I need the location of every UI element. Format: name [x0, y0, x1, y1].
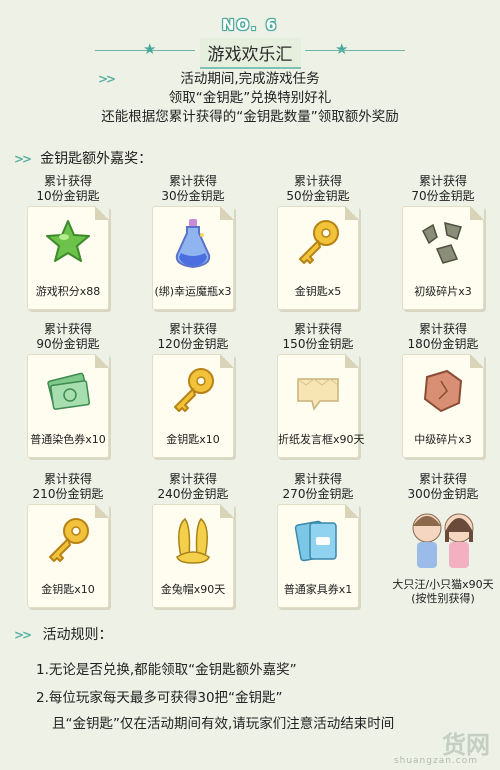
reward-item: 大只汪/小只猫x90天 (按性别获得): [392, 504, 494, 608]
reward-item: (绑)幸运魔瓶x3: [152, 206, 234, 310]
chevron-icon: >>: [14, 152, 32, 166]
reward-item: 初级碎片x3: [402, 206, 484, 310]
divider-right: [305, 50, 405, 51]
reward-item-name: 初级碎片x3: [414, 285, 472, 298]
reward-threshold-label: 累计获得: [293, 174, 342, 188]
reward-threshold-label: 累计获得: [43, 472, 92, 486]
watermark-logo: 货网: [442, 731, 490, 759]
reward-item-name: 金钥匙x10: [166, 433, 220, 446]
intro-line-1: 活动期间,完成游戏任务: [180, 71, 320, 87]
rule-2: 2.每位玩家每天最多可获得30把“金钥匙”: [36, 690, 283, 706]
rules-heading-text: 活动规则：: [42, 627, 113, 643]
reward-item-name: 普通家具券x1: [283, 583, 353, 596]
magic-bottle-icon: [167, 215, 219, 271]
reward-threshold-label: 累计获得: [168, 472, 217, 486]
reward-threshold-count: 150份金钥匙: [282, 337, 354, 351]
reward-threshold-count: 270份金钥匙: [282, 487, 354, 501]
reward-item-name: 普通染色券x10: [30, 433, 106, 446]
chevron-icon: >>: [14, 628, 32, 642]
reward-item: 中级碎片x3: [402, 354, 484, 458]
reward-item: 金钥匙x10: [27, 504, 109, 608]
event-page: NO. 6 ★ 游戏欢乐汇 ★ >> 活动期间,完成游戏任务 领取“金钥匙”兑换…: [0, 0, 500, 770]
intro-line-3: 还能根据您累计获得的“金钥匙数量”领取额外奖励: [101, 109, 399, 125]
reward-card: 累计获得 210份金钥匙 金钥匙x10: [18, 472, 118, 608]
reward-threshold-label: 累计获得: [168, 322, 217, 336]
reward-item: 普通家具券x1: [277, 504, 359, 608]
header: NO. 6 ★ 游戏欢乐汇 ★: [0, 16, 500, 69]
reward-item-name: 折纸发言框x90天: [278, 433, 365, 446]
reward-card: 累计获得 300份金钥匙大只汪/小只猫x90天 (按性别获得): [392, 472, 494, 608]
rule-3: 且“金钥匙”仅在活动期间有效,请玩家们注意活动结束时间: [52, 716, 395, 732]
reward-threshold-label: 累计获得: [43, 322, 92, 336]
section-number: NO. 6: [221, 16, 279, 34]
reward-threshold-count: 210份金钥匙: [32, 487, 104, 501]
intro-line-2: 领取“金钥匙”兑换特别好礼: [168, 90, 332, 106]
reward-threshold-count: 30份金钥匙: [161, 189, 225, 203]
furniture-ticket-icon: [292, 513, 344, 569]
reward-item: 金兔帽x90天: [152, 504, 234, 608]
reward-card: 累计获得 70份金钥匙 初级碎片x3: [393, 174, 493, 310]
watermark-url: shuangzan.com: [393, 756, 478, 766]
reward-item-note: (按性别获得): [411, 592, 475, 605]
gold-key-icon: [292, 215, 344, 271]
gold-key-icon: [42, 513, 94, 569]
reward-threshold-count: 120份金钥匙: [157, 337, 229, 351]
reward-card: 累计获得 180份金钥匙 中级碎片x3: [393, 322, 493, 458]
reward-item-name: 金钥匙x10: [41, 583, 95, 596]
paper-bubble-icon: [292, 363, 344, 419]
reward-threshold-count: 300份金钥匙: [407, 487, 479, 501]
reward-threshold-label: 累计获得: [418, 174, 467, 188]
reward-item: 游戏积分x88: [27, 206, 109, 310]
reward-item: 普通染色券x10: [27, 354, 109, 458]
reward-threshold-count: 180份金钥匙: [407, 337, 479, 351]
couple-avatars-icon: [403, 504, 483, 578]
reward-threshold-label: 累计获得: [293, 472, 342, 486]
reward-threshold-count: 240份金钥匙: [157, 487, 229, 501]
gold-key-icon: [167, 363, 219, 419]
reward-item: 折纸发言框x90天: [277, 354, 365, 458]
reward-threshold-count: 70份金钥匙: [411, 189, 475, 203]
reward-card: 累计获得 120份金钥匙 金钥匙x10: [143, 322, 243, 458]
reward-item: 金钥匙x5: [277, 206, 359, 310]
rule-1: 1.无论是否兑换,都能领取“金钥匙额外嘉奖”: [36, 662, 297, 678]
star-icon-left: ★: [143, 40, 157, 58]
reward-item: 金钥匙x10: [152, 354, 234, 458]
reward-item-name: (绑)幸运魔瓶x3: [154, 285, 232, 298]
reward-item-name: 中级碎片x3: [414, 433, 472, 446]
reward-card: 累计获得 10份金钥匙 游戏积分x88: [18, 174, 118, 310]
reward-card: 累计获得 150份金钥匙折纸发言框x90天: [268, 322, 368, 458]
reward-card: 累计获得 30份金钥匙 (绑)幸运魔瓶x3: [143, 174, 243, 310]
reward-threshold-label: 累计获得: [168, 174, 217, 188]
reward-item-name: 游戏积分x88: [35, 285, 101, 298]
reward-card: 累计获得 90份金钥匙 普通染色券x10: [18, 322, 118, 458]
reward-threshold-label: 累计获得: [293, 322, 342, 336]
reward-card: 累计获得 50份金钥匙 金钥匙x5: [268, 174, 368, 310]
dye-ticket-icon: [42, 363, 94, 419]
reward-threshold-count: 10份金钥匙: [36, 189, 100, 203]
rock-fragment-icon: [417, 363, 469, 419]
intro-text: 活动期间,完成游戏任务 领取“金钥匙”兑换特别好礼 还能根据您累计获得的“金钥匙…: [0, 70, 500, 127]
page-title: 游戏欢乐汇: [199, 38, 301, 69]
reward-item-name: 金兔帽x90天: [160, 583, 226, 596]
reward-threshold-label: 累计获得: [418, 472, 467, 486]
bonus-heading-text: 金钥匙额外嘉奖：: [40, 151, 153, 167]
green-star-icon: [42, 215, 94, 271]
title-row: ★ 游戏欢乐汇 ★: [0, 38, 500, 69]
reward-card: 累计获得 240份金钥匙 金兔帽x90天: [143, 472, 243, 608]
reward-threshold-count: 90份金钥匙: [36, 337, 100, 351]
star-icon-right: ★: [335, 40, 349, 58]
bunny-ears-icon: [167, 513, 219, 569]
rules-section-heading: >> 活动规则：: [14, 624, 113, 644]
reward-threshold-label: 累计获得: [418, 322, 467, 336]
bonus-section-heading: >> 金钥匙额外嘉奖：: [14, 148, 152, 168]
reward-threshold-count: 50份金钥匙: [286, 189, 350, 203]
reward-card: 累计获得 270份金钥匙 普通家具券x1: [268, 472, 368, 608]
reward-item-name: 金钥匙x5: [294, 285, 342, 298]
reward-threshold-label: 累计获得: [43, 174, 92, 188]
stone-fragments-icon: [417, 215, 469, 271]
